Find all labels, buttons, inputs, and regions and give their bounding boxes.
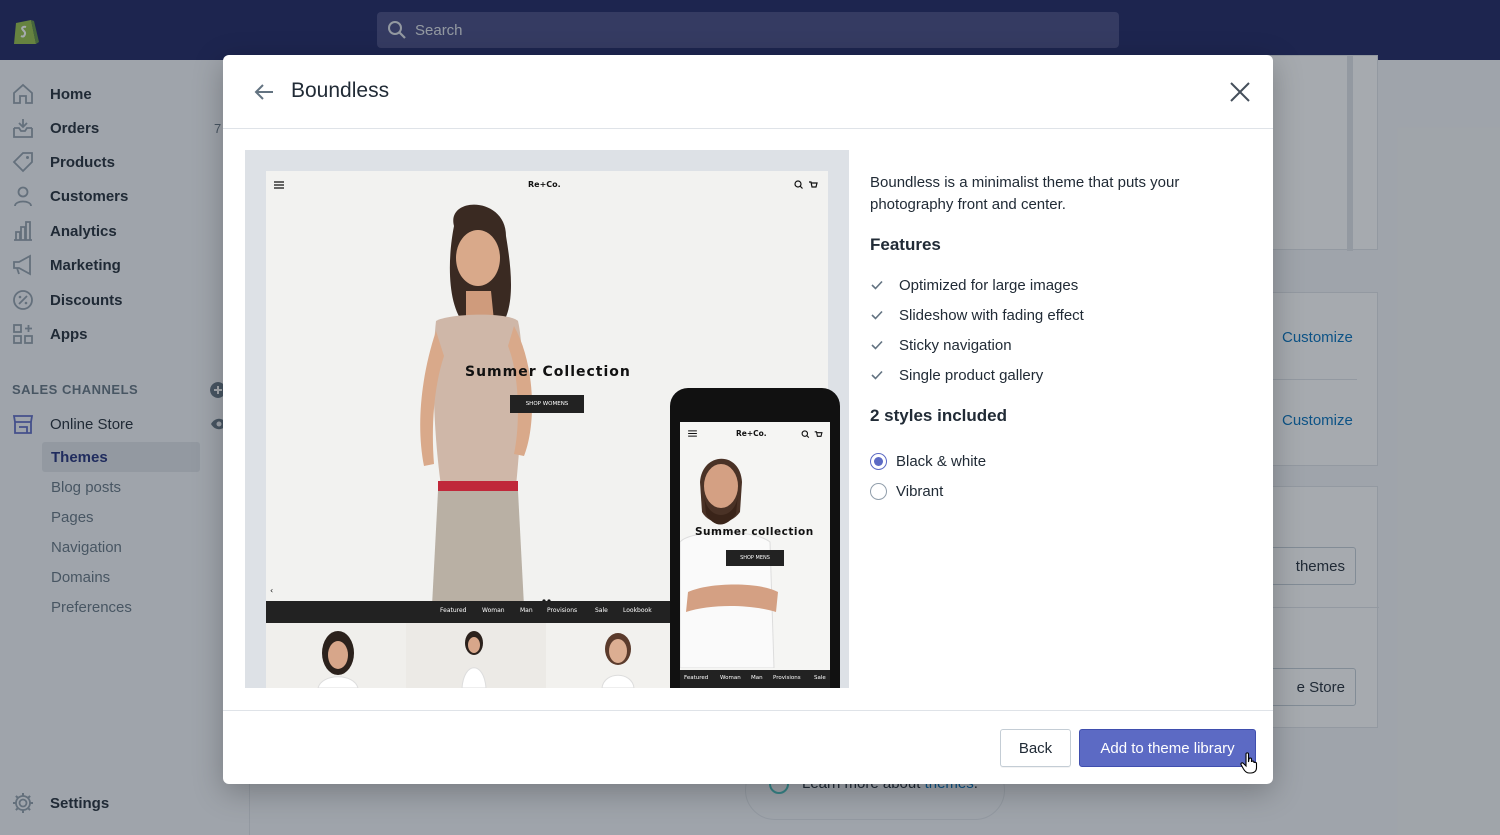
product-thumb [266,623,406,688]
features-heading: Features [870,235,941,254]
product-thumb [546,623,686,688]
checkmark-icon [871,310,883,320]
preview-nav-item: Lookbook [623,607,652,614]
preview-slide-dots [542,590,552,603]
hand-cursor-icon [1240,752,1258,774]
phone-preview-button: SHOP MENS [726,550,784,566]
feature-item: Sticky navigation [871,335,1012,355]
modal-header: Boundless [223,55,1273,129]
feature-label: Sticky navigation [899,336,1012,354]
preview-prev-arrow: ‹ [270,586,274,595]
phone-nav-item: Man [751,675,763,681]
modal-footer: Back Add to theme library [223,710,1273,784]
checkmark-icon [871,340,883,350]
product-thumb [406,623,546,688]
preview-hero-title: Summer Collection [465,364,631,380]
preview-nav-item: Man [520,607,533,614]
style-option-label: Vibrant [896,482,944,500]
feature-item: Single product gallery [871,365,1043,385]
back-button[interactable]: Back [1000,729,1071,767]
phone-nav-item: Featured [684,675,709,681]
preview-hero-button: SHOP WOMENS [510,395,584,413]
theme-preview-image: Re+Co. Summer Collection SHOP WOMENS ‹ F… [245,150,849,688]
phone-nav-bar: Featured Woman Man Provisions Sale [680,670,830,688]
phone-nav-item: Sale [814,675,826,681]
preview-nav-item: Provisions [547,607,578,614]
preview-nav-item: Woman [482,607,505,614]
styles-heading: 2 styles included [870,406,1007,425]
modal-title: Boundless [291,79,390,102]
back-arrow-icon[interactable] [253,81,275,103]
feature-label: Slideshow with fading effect [899,306,1084,324]
checkmark-icon [871,280,883,290]
menu-icon [274,181,284,189]
phone-nav-item: Provisions [773,675,801,681]
mobile-preview-screen: Re+Co. Summer collection SHOP MENS Featu… [680,422,830,688]
phone-nav-item: Woman [720,675,741,681]
menu-icon [688,430,697,437]
radio-unselected[interactable] [870,482,887,500]
radio-selected[interactable] [870,452,887,470]
preview-brand: Re+Co. [528,180,561,189]
checkmark-icon [871,370,883,380]
phone-preview-brand: Re+Co. [736,429,767,438]
add-to-theme-library-button[interactable]: Add to theme library [1079,729,1256,767]
style-option-vibrant[interactable]: Vibrant [870,481,943,501]
feature-item: Optimized for large images [871,275,1078,295]
theme-preview-modal: Boundless Re+Co. Summer Collection SHOP … [223,55,1273,784]
feature-item: Slideshow with fading effect [871,305,1084,325]
search-cart-icons [801,430,823,439]
preview-nav-item: Featured [440,607,467,614]
feature-label: Optimized for large images [899,276,1079,294]
mobile-preview: Re+Co. Summer collection SHOP MENS Featu… [670,388,840,688]
close-icon[interactable] [1229,81,1251,103]
theme-description: Boundless is a minimalist theme that put… [870,174,1180,213]
style-option-black-white[interactable]: Black & white [870,451,986,471]
phone-preview-title: Summer collection [695,526,814,538]
search-cart-icons [794,180,818,189]
style-option-label: Black & white [896,452,987,470]
feature-label: Single product gallery [899,366,1044,384]
preview-nav-item: Sale [595,607,608,614]
